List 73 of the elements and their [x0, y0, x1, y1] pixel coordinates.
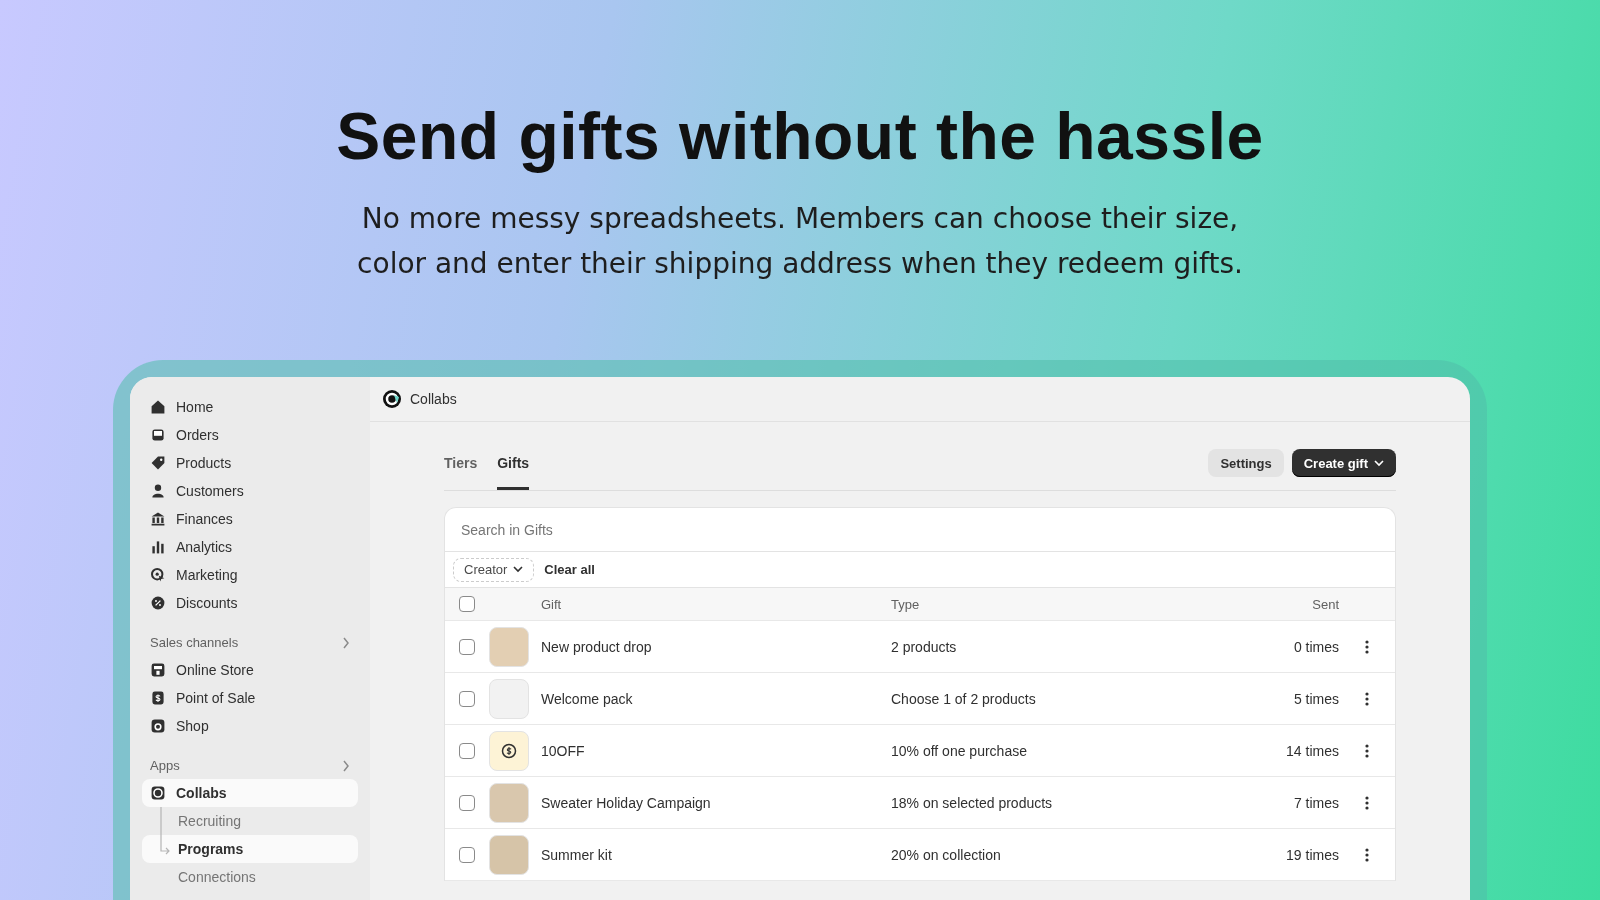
sidebar-item[interactable]: Analytics: [142, 533, 358, 561]
section-heading: Apps: [150, 758, 180, 773]
search-field[interactable]: Search in Gifts: [445, 508, 1395, 552]
create-gift-button[interactable]: Create gift: [1291, 449, 1396, 477]
bank-icon: [150, 511, 166, 527]
checkbox[interactable]: [459, 596, 475, 612]
checkbox[interactable]: [459, 846, 475, 863]
table-cell-text: Choose 1 of 2 products: [891, 690, 1037, 707]
sidebar-item[interactable]: Discounts: [142, 589, 358, 617]
sidebar-item[interactable]: Online Store: [142, 656, 358, 684]
target-icon: [150, 567, 166, 583]
checkbox[interactable]: [459, 742, 475, 759]
clear-all-link[interactable]: Clear all: [544, 562, 595, 577]
caret-down-icon: [513, 566, 524, 573]
column-header: Gift: [541, 596, 563, 612]
sidebar-subitem[interactable]: Connections: [142, 863, 358, 891]
sidebar-subitem[interactable]: Recruiting: [142, 807, 358, 835]
table-cell-text: Welcome pack: [541, 690, 634, 707]
sidebar-item[interactable]: Orders: [142, 421, 358, 449]
table-cell-text: 10OFF: [541, 742, 586, 759]
bar-chart-icon: [150, 539, 166, 555]
more-options-icon[interactable]: [1365, 691, 1369, 706]
discount-badge-icon: [150, 595, 166, 611]
table-cell-text: 0 times: [1292, 638, 1339, 655]
chevron-right-icon[interactable]: [342, 759, 350, 772]
subheadline: No more messy spreadsheets. Members can choose their size, color and enter their shipping address when they redeem gifts.: [356, 201, 1244, 282]
table-cell-text: Sweater Holiday Campaign: [541, 794, 712, 811]
app-logo-icon: [382, 389, 402, 409]
column-header: Type: [891, 596, 921, 612]
checkbox[interactable]: [459, 794, 475, 811]
tab[interactable]: Tiers: [444, 436, 478, 490]
more-options-icon[interactable]: [1365, 847, 1369, 862]
sidebar-item[interactable]: Shop: [142, 712, 358, 740]
sidebar-item[interactable]: Home: [142, 393, 358, 421]
chevron-right-icon[interactable]: [342, 636, 350, 649]
tag-icon: [150, 455, 166, 471]
bag-icon: [150, 690, 166, 706]
more-options-icon[interactable]: [1365, 639, 1369, 654]
shop-icon: [150, 718, 166, 734]
table-cell-text: 18% on selected products: [891, 794, 1054, 811]
tab[interactable]: Gifts: [497, 436, 530, 490]
column-header: Sent: [1311, 596, 1339, 612]
caret-down-icon: [1374, 459, 1384, 467]
sidebar-item[interactable]: Products: [142, 449, 358, 477]
person-icon: [150, 483, 166, 499]
app-title: Collabs: [410, 391, 457, 407]
more-options-icon[interactable]: [1365, 743, 1369, 758]
storefront-icon: [150, 662, 166, 678]
sidebar-item[interactable]: Marketing: [142, 561, 358, 589]
headline: Send gifts without the hassle: [336, 98, 1264, 174]
checkbox[interactable]: [459, 690, 475, 707]
app-logo-icon: [150, 785, 166, 801]
sidebar-subitem[interactable]: Programs: [142, 835, 358, 863]
sidebar-item[interactable]: Collabs: [142, 779, 358, 807]
checkbox[interactable]: [459, 638, 475, 655]
table-cell-text: 20% on collection: [891, 846, 1002, 863]
settings-button[interactable]: Settings: [1208, 449, 1284, 477]
table-cell-text: 19 times: [1285, 846, 1339, 863]
section-heading: Sales channels: [150, 635, 239, 650]
table-cell-text: New product drop: [541, 638, 653, 655]
sidebar-item[interactable]: Customers: [142, 477, 358, 505]
table-cell-text: 14 times: [1285, 742, 1339, 759]
table-cell-text: 7 times: [1292, 794, 1339, 811]
more-options-icon[interactable]: [1365, 795, 1369, 810]
inbox-icon: [150, 427, 166, 443]
sidebar-item[interactable]: Finances: [142, 505, 358, 533]
table-cell-text: 2 products: [891, 638, 958, 655]
sidebar-item[interactable]: Point of Sale: [142, 684, 358, 712]
table-cell-text: 10% off one purchase: [891, 742, 1028, 759]
home-icon: [150, 399, 166, 415]
table-cell-text: Summer kit: [541, 846, 613, 863]
filter-chip[interactable]: Creator: [453, 557, 535, 582]
table-cell-text: 5 times: [1292, 690, 1339, 707]
